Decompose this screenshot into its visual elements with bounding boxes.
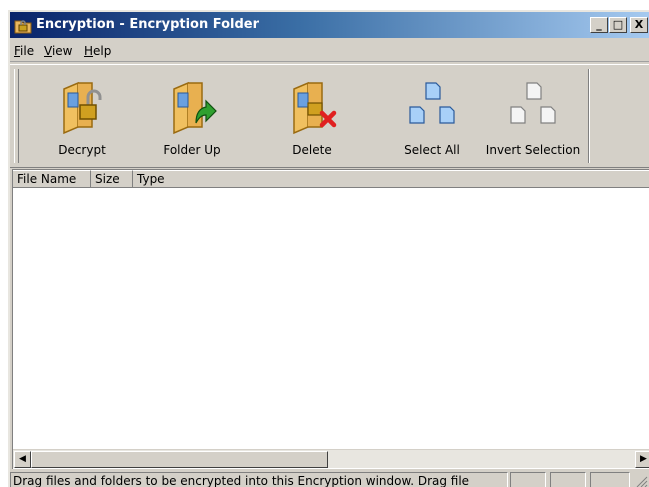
list-header: File Name Size Type bbox=[13, 170, 649, 188]
menu-bar: File View Help bbox=[10, 40, 649, 62]
decrypt-button[interactable]: Decrypt bbox=[30, 71, 134, 163]
encryption-app-icon bbox=[14, 16, 32, 34]
status-message: Drag files and folders to be encrypted i… bbox=[10, 472, 508, 487]
invert-selection-button[interactable]: Invert Selection bbox=[480, 71, 586, 163]
horizontal-scrollbar[interactable]: ◀ ▶ bbox=[13, 449, 649, 468]
maximize-button[interactable]: □ bbox=[609, 17, 627, 33]
column-size[interactable]: Size bbox=[91, 170, 133, 187]
close-button[interactable]: X bbox=[630, 17, 648, 33]
menu-help-label: elp bbox=[93, 44, 112, 58]
status-pane-1 bbox=[510, 472, 546, 487]
menu-file[interactable]: File bbox=[14, 44, 34, 58]
decrypt-label: Decrypt bbox=[58, 143, 106, 157]
column-file-name[interactable]: File Name bbox=[13, 170, 91, 187]
select-all-label: Select All bbox=[404, 143, 460, 157]
scroll-right-arrow[interactable]: ▶ bbox=[635, 451, 649, 468]
scroll-thumb[interactable] bbox=[31, 451, 328, 468]
file-list[interactable]: File Name Size Type ◀ ▶ bbox=[12, 169, 649, 469]
toolbar-separator bbox=[588, 69, 590, 163]
status-pane-3 bbox=[590, 472, 630, 487]
select-all-icon bbox=[409, 82, 455, 124]
minimize-button[interactable]: _ bbox=[590, 17, 608, 33]
resize-grip-icon[interactable] bbox=[634, 474, 648, 487]
toolbar: Decrypt Folder Up Delete Select All Inve… bbox=[10, 64, 649, 168]
menu-help[interactable]: Help bbox=[84, 44, 111, 58]
window-title: Encryption - Encryption Folder bbox=[36, 17, 260, 32]
decrypt-folder-icon bbox=[63, 81, 102, 135]
invert-selection-icon bbox=[510, 82, 556, 124]
menu-view-accel: V bbox=[44, 44, 52, 58]
status-bar: Drag files and folders to be encrypted i… bbox=[10, 471, 649, 487]
folder-up-button[interactable]: Folder Up bbox=[140, 71, 244, 163]
menu-view[interactable]: View bbox=[44, 44, 72, 58]
column-type[interactable]: Type bbox=[133, 170, 649, 187]
delete-button[interactable]: Delete bbox=[260, 71, 364, 163]
app-window: Encryption - Encryption Folder _ □ X Fil… bbox=[8, 10, 649, 487]
status-pane-2 bbox=[550, 472, 586, 487]
delete-folder-icon bbox=[293, 81, 337, 135]
folder-up-icon bbox=[173, 81, 217, 135]
invert-selection-label: Invert Selection bbox=[485, 143, 581, 157]
delete-label: Delete bbox=[292, 143, 332, 157]
scroll-left-arrow[interactable]: ◀ bbox=[14, 451, 31, 468]
menu-file-label: ile bbox=[20, 44, 35, 58]
toolbar-grip[interactable] bbox=[14, 69, 19, 163]
select-all-button[interactable]: Select All bbox=[380, 71, 484, 163]
menu-help-accel: H bbox=[84, 44, 94, 58]
folder-up-label: Folder Up bbox=[163, 143, 221, 157]
title-bar[interactable]: Encryption - Encryption Folder _ □ X bbox=[10, 12, 649, 38]
menu-view-label: iew bbox=[51, 44, 73, 58]
